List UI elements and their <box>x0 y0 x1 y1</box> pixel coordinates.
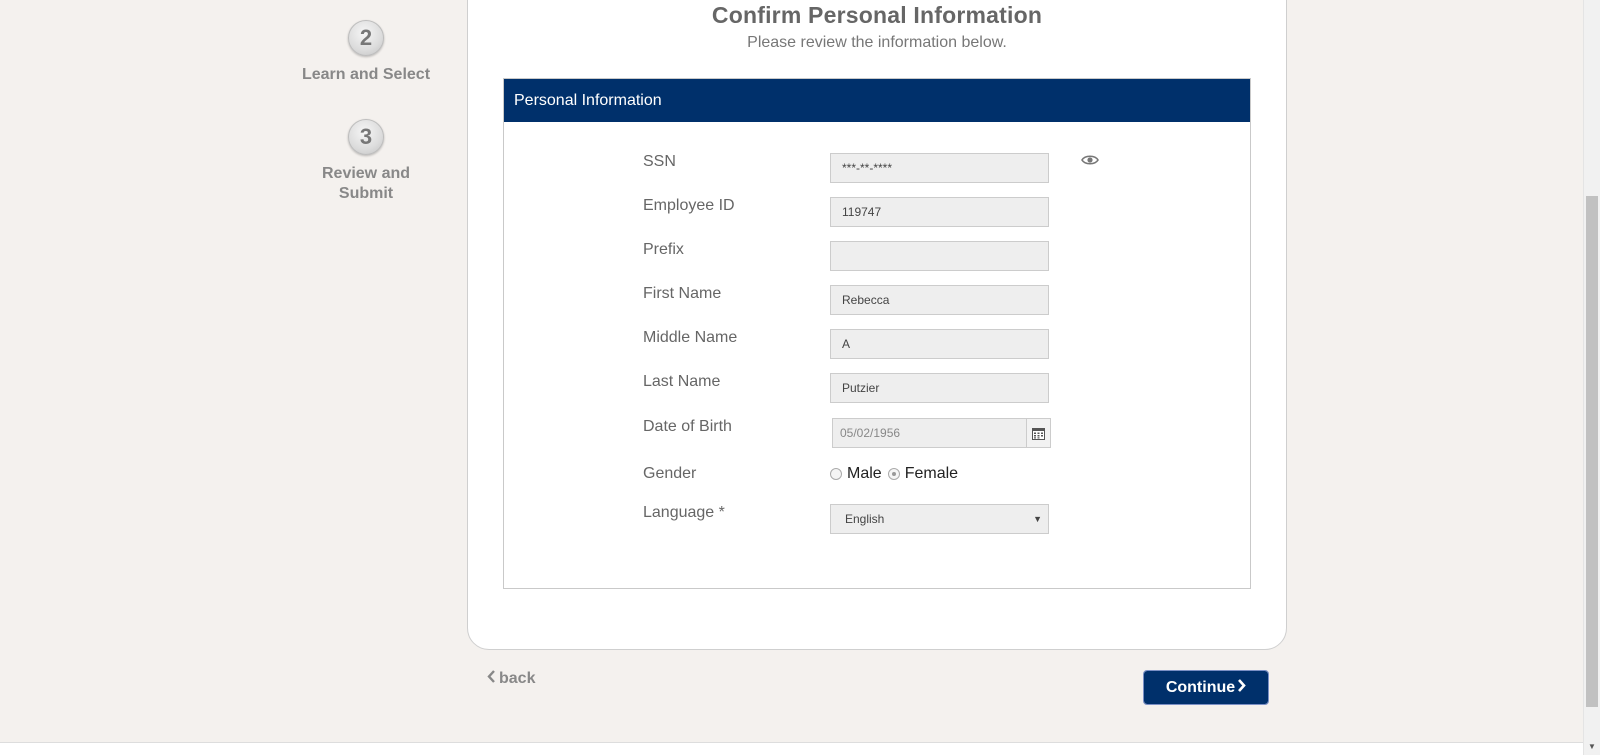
step-label: Review and Submit <box>321 165 411 202</box>
eye-icon[interactable] <box>1081 153 1099 167</box>
ssn-row: SSN ***-**-**** <box>643 153 1203 185</box>
calendar-icon[interactable] <box>1026 419 1050 447</box>
gender-female-radio[interactable] <box>887 468 900 480</box>
scroll-down-arrow-icon[interactable]: ▼ <box>1588 742 1596 751</box>
page-bottom-edge <box>0 742 1583 755</box>
language-select[interactable]: English ▼ <box>830 504 1049 534</box>
date-of-birth-label: Date of Birth <box>643 418 732 435</box>
first-name-label: First Name <box>643 285 722 302</box>
last-name-label: Last Name <box>643 373 721 390</box>
ssn-field[interactable]: ***-**-**** <box>830 153 1049 183</box>
page-subtitle: Please review the information below. <box>747 34 1007 51</box>
gender-male-radio[interactable] <box>830 468 842 480</box>
step-review-and-submit: 3 Review and Submit <box>266 119 466 204</box>
page-title: Confirm Personal Information <box>711 2 1043 28</box>
step-number-3: 3 <box>348 119 384 155</box>
middle-name-label: Middle Name <box>643 329 738 346</box>
gender-row: Gender Male Female <box>643 465 1203 497</box>
middle-name-row: Middle Name A <box>643 329 1203 361</box>
scrollbar-thumb[interactable] <box>1586 196 1598 707</box>
vertical-scrollbar[interactable]: ▼ <box>1583 0 1600 755</box>
employee-id-field[interactable]: 119747 <box>830 197 1049 227</box>
step-learn-and-select: 2 Learn and Select <box>266 20 466 85</box>
language-selected-value: English <box>845 512 885 526</box>
first-name-row: First Name Rebecca <box>643 285 1203 317</box>
step-label: Learn and Select <box>301 66 431 83</box>
panel-header: Personal Information <box>504 79 1250 122</box>
date-of-birth-row: Date of Birth 05/02/1956 <box>643 418 1203 450</box>
prefix-field[interactable] <box>830 241 1049 271</box>
language-row: Language * English ▼ <box>643 504 1203 536</box>
employee-id-label: Employee ID <box>643 197 735 214</box>
continue-label: Continue <box>1165 678 1236 696</box>
last-name-row: Last Name Putzier <box>643 373 1203 405</box>
gender-female-label[interactable]: Female <box>905 465 958 483</box>
middle-name-field[interactable]: A <box>830 329 1049 359</box>
language-label: Language * <box>643 504 725 521</box>
continue-button[interactable]: Continue <box>1143 670 1269 705</box>
gender-radio-group: Male Female <box>830 465 964 483</box>
first-name-field[interactable]: Rebecca <box>830 285 1049 315</box>
step-number-2: 2 <box>348 20 384 56</box>
gender-male-label[interactable]: Male <box>847 465 882 483</box>
chevron-right-icon <box>1237 678 1246 697</box>
chevron-left-icon <box>487 670 496 688</box>
date-of-birth-value: 05/02/1956 <box>840 426 901 440</box>
last-name-field[interactable]: Putzier <box>830 373 1049 403</box>
prefix-row: Prefix <box>643 241 1203 273</box>
back-link[interactable]: back <box>487 670 535 688</box>
date-of-birth-field[interactable]: 05/02/1956 <box>832 418 1051 448</box>
chevron-down-icon: ▼ <box>1033 514 1042 524</box>
ssn-label: SSN <box>643 153 676 170</box>
prefix-label: Prefix <box>643 241 684 258</box>
back-label: back <box>499 670 536 687</box>
gender-label: Gender <box>643 465 697 482</box>
personal-information-panel: Personal Information SSN ***-**-**** Emp… <box>503 78 1251 589</box>
employee-id-row: Employee ID 119747 <box>643 197 1203 229</box>
